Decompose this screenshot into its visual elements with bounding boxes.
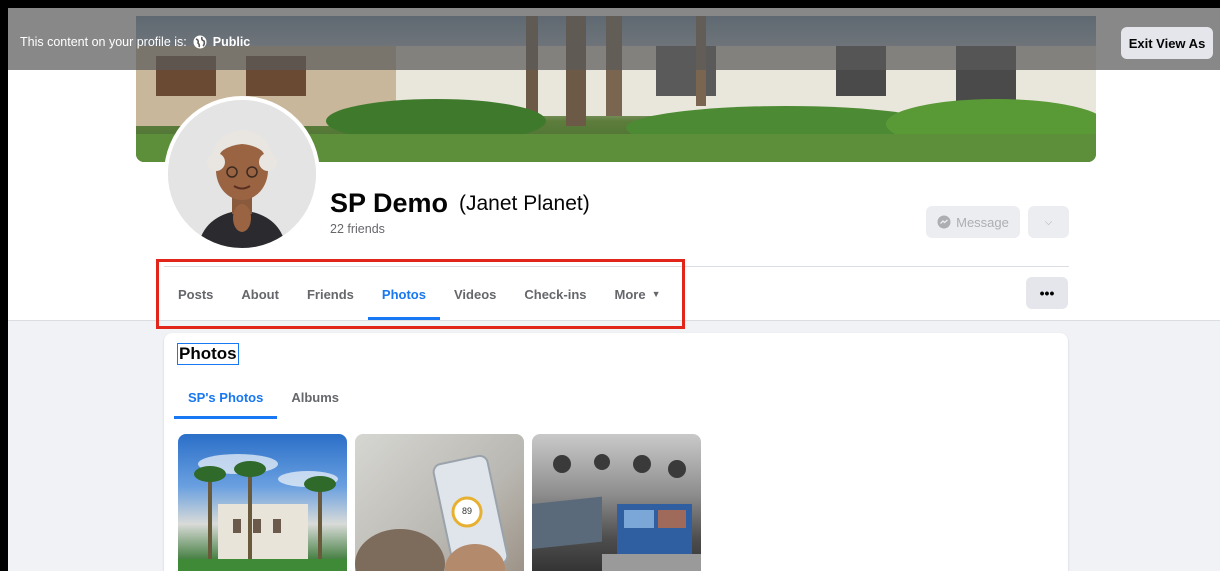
photo-thumbnail[interactable]: 89 bbox=[355, 434, 524, 571]
alternate-name: (Janet Planet) bbox=[459, 192, 590, 215]
visibility-label: Public bbox=[212, 35, 251, 49]
profile-name: SP Demo bbox=[330, 188, 449, 218]
globe-icon bbox=[193, 35, 207, 49]
phone-reading: 89 bbox=[462, 506, 472, 516]
more-options-button[interactable]: ••• bbox=[1026, 277, 1068, 309]
photos-sub-tabs: SP's Photos Albums bbox=[174, 376, 353, 419]
banner-text: This content on your profile is: bbox=[20, 35, 187, 49]
view-as-banner: This content on your profile is: Public bbox=[8, 8, 1220, 70]
message-label: Message bbox=[956, 214, 1009, 230]
profile-page: This content on your profile is: Public … bbox=[8, 8, 1220, 571]
photo-thumbnail[interactable] bbox=[532, 434, 701, 571]
section-title: Photos bbox=[177, 343, 239, 365]
chevron-down-icon[interactable]: ⌵ bbox=[1028, 206, 1069, 238]
annotation-highlight-box bbox=[156, 259, 685, 329]
friends-count[interactable]: 22 friends bbox=[330, 222, 385, 236]
exit-view-as-button[interactable]: Exit View As bbox=[1121, 27, 1213, 59]
tab-sps-photos[interactable]: SP's Photos bbox=[174, 376, 278, 419]
message-button[interactable]: Message bbox=[926, 206, 1020, 238]
photo-thumbnail[interactable] bbox=[178, 434, 347, 571]
messenger-icon bbox=[937, 215, 951, 229]
tab-albums[interactable]: Albums bbox=[277, 376, 353, 419]
sub-tab-label: Albums bbox=[291, 390, 339, 405]
avatar[interactable] bbox=[164, 96, 320, 252]
sub-tab-label: SP's Photos bbox=[188, 390, 264, 405]
photos-section: Photos SP's Photos Albums 89 bbox=[164, 333, 1068, 571]
